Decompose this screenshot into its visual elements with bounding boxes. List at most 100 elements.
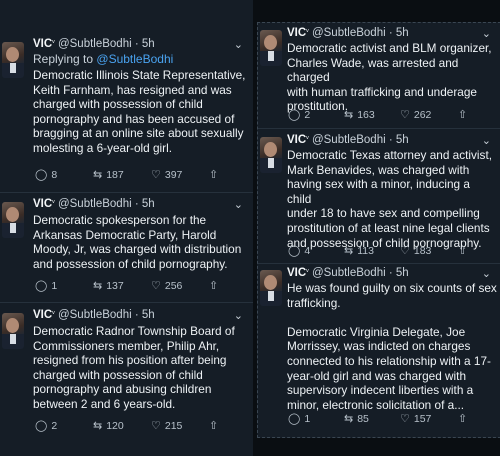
timestamp[interactable]: 5h bbox=[396, 134, 409, 146]
handle[interactable]: @SubtleBodhi bbox=[312, 267, 386, 279]
display-name[interactable]: VIC bbox=[33, 309, 52, 321]
timestamp[interactable]: 5h bbox=[396, 267, 409, 279]
share-icon: ⇧ bbox=[458, 109, 468, 121]
heart-icon: ♡ bbox=[400, 413, 410, 425]
share-button[interactable]: ⇧ bbox=[458, 108, 467, 121]
reply-icon: ◯ bbox=[288, 413, 301, 425]
tweet-actions: ◯ 1 ⇆ 85 ♡ 157 ⇧ bbox=[288, 412, 495, 426]
verified-mark: ᵛ bbox=[52, 309, 55, 318]
retweet-icon: ⇆ bbox=[344, 109, 354, 121]
reply-button[interactable]: ◯ 2 bbox=[35, 419, 57, 433]
tweet-text: Democratic Radnor Township Board of Comm… bbox=[33, 324, 235, 411]
tweet-actions: ◯ 2 ⇆ 163 ♡ 262 ⇧ bbox=[288, 108, 495, 122]
like-button[interactable]: ♡ 262 bbox=[400, 108, 432, 122]
reply-icon: ◯ bbox=[35, 420, 48, 432]
tweet-header: VICᵛ @SubtleBodhi · 5h ⌄ bbox=[33, 309, 243, 322]
retweet-button[interactable]: ⇆ 137 bbox=[93, 279, 124, 293]
retweet-button[interactable]: ⇆ 85 bbox=[344, 412, 369, 426]
display-name[interactable]: VIC bbox=[33, 38, 52, 50]
reply-button[interactable]: ◯ 2 bbox=[288, 108, 311, 122]
retweet-button[interactable]: ⇆ 120 bbox=[93, 419, 124, 433]
like-count: 397 bbox=[164, 168, 183, 181]
heart-icon: ♡ bbox=[151, 420, 161, 432]
reply-button[interactable]: ◯ 1 bbox=[35, 279, 57, 293]
reply-count: 4 bbox=[304, 244, 311, 257]
handle[interactable]: @SubtleBodhi bbox=[58, 309, 132, 321]
heart-icon: ♡ bbox=[400, 245, 410, 257]
avatar[interactable] bbox=[2, 42, 24, 78]
share-icon: ⇧ bbox=[209, 420, 219, 432]
tweet-text: Democratic Texas attorney and activist, … bbox=[287, 148, 493, 250]
timestamp[interactable]: 5h bbox=[142, 309, 155, 321]
reply-icon: ◯ bbox=[288, 245, 301, 257]
tweet-text: Democratic Illinois State Representative… bbox=[33, 68, 246, 155]
like-button[interactable]: ♡ 397 bbox=[151, 168, 183, 182]
handle[interactable]: @SubtleBodhi bbox=[312, 27, 386, 39]
display-name[interactable]: VIC bbox=[287, 267, 306, 279]
divider bbox=[258, 263, 500, 264]
retweet-button[interactable]: ⇆ 187 bbox=[93, 168, 124, 182]
retweet-count: 137 bbox=[106, 279, 124, 292]
handle[interactable]: @SubtleBodhi bbox=[312, 134, 386, 146]
tweet-actions: ◯ 1 ⇆ 137 ♡ 256 ⇧ bbox=[35, 279, 247, 293]
reply-button[interactable]: ◯ 8 bbox=[35, 168, 57, 182]
timestamp[interactable]: 5h bbox=[396, 27, 409, 39]
chevron-down-icon[interactable]: ⌄ bbox=[482, 267, 491, 280]
reply-button[interactable]: ◯ 4 bbox=[288, 244, 311, 258]
replying-to-label: Replying to bbox=[33, 52, 94, 66]
tweet-ahr[interactable]: VICᵛ @SubtleBodhi · 5h ⌄ Democratic Radn… bbox=[0, 309, 253, 437]
avatar[interactable] bbox=[2, 313, 24, 349]
share-button[interactable]: ⇧ bbox=[209, 168, 218, 181]
tweet-benavides[interactable]: VICᵛ @SubtleBodhi · 5h ⌄ Democratic Texa… bbox=[258, 134, 500, 262]
like-button[interactable]: ♡ 157 bbox=[400, 412, 432, 426]
verified-mark: ᵛ bbox=[52, 198, 55, 207]
chevron-down-icon[interactable]: ⌄ bbox=[234, 198, 243, 211]
handle[interactable]: @SubtleBodhi bbox=[58, 38, 132, 50]
avatar[interactable] bbox=[2, 202, 24, 238]
display-name[interactable]: VIC bbox=[33, 198, 52, 210]
avatar[interactable] bbox=[260, 30, 282, 66]
retweet-icon: ⇆ bbox=[344, 245, 354, 257]
display-name[interactable]: VIC bbox=[287, 134, 306, 146]
display-name[interactable]: VIC bbox=[287, 27, 306, 39]
share-button[interactable]: ⇧ bbox=[209, 279, 218, 292]
retweet-count: 85 bbox=[357, 412, 369, 425]
chevron-down-icon[interactable]: ⌄ bbox=[234, 38, 243, 51]
like-count: 256 bbox=[164, 279, 183, 292]
tweet-actions: ◯ 2 ⇆ 120 ♡ 215 ⇧ bbox=[35, 419, 247, 433]
reply-icon: ◯ bbox=[35, 280, 48, 292]
avatar[interactable] bbox=[260, 270, 282, 306]
reply-count: 2 bbox=[304, 108, 311, 121]
reply-button[interactable]: ◯ 1 bbox=[288, 412, 310, 426]
left-thread-column: VICᵛ @SubtleBodhi · 5h ⌄ Replying to @Su… bbox=[0, 0, 253, 456]
timestamp[interactable]: 5h bbox=[142, 38, 155, 50]
chevron-down-icon[interactable]: ⌄ bbox=[482, 27, 491, 40]
like-count: 157 bbox=[413, 412, 432, 425]
like-button[interactable]: ♡ 215 bbox=[151, 419, 182, 433]
retweet-button[interactable]: ⇆ 113 bbox=[344, 244, 374, 258]
like-button[interactable]: ♡ 256 bbox=[151, 279, 183, 293]
tweet-morrissey[interactable]: VICᵛ @SubtleBodhi · 5h ⌄ He was found gu… bbox=[258, 267, 500, 433]
share-button[interactable]: ⇧ bbox=[458, 244, 467, 257]
like-count: 262 bbox=[413, 108, 432, 121]
verified-mark: ᵛ bbox=[52, 38, 55, 47]
divider bbox=[258, 128, 500, 129]
reply-icon: ◯ bbox=[288, 109, 301, 121]
share-button[interactable]: ⇧ bbox=[458, 412, 467, 425]
reply-to-handle-link[interactable]: @SubtleBodhi bbox=[96, 52, 173, 66]
retweet-count: 187 bbox=[106, 168, 124, 181]
like-button[interactable]: ♡ 183 bbox=[400, 244, 431, 258]
tweet-farnham[interactable]: VICᵛ @SubtleBodhi · 5h ⌄ Replying to @Su… bbox=[0, 38, 253, 190]
avatar[interactable] bbox=[260, 137, 282, 173]
share-icon: ⇧ bbox=[458, 245, 468, 257]
tweet-wade[interactable]: VICᵛ @SubtleBodhi · 5h ⌄ Democratic acti… bbox=[258, 27, 500, 127]
heart-icon: ♡ bbox=[151, 280, 161, 292]
verified-mark: ᵛ bbox=[306, 267, 309, 276]
chevron-down-icon[interactable]: ⌄ bbox=[234, 309, 243, 322]
retweet-button[interactable]: ⇆ 163 bbox=[344, 108, 375, 122]
share-button[interactable]: ⇧ bbox=[209, 419, 218, 432]
timestamp[interactable]: 5h bbox=[142, 198, 155, 210]
chevron-down-icon[interactable]: ⌄ bbox=[482, 134, 491, 147]
handle[interactable]: @SubtleBodhi bbox=[58, 198, 132, 210]
tweet-moody[interactable]: VICᵛ @SubtleBodhi · 5h ⌄ Democratic spok… bbox=[0, 198, 253, 298]
